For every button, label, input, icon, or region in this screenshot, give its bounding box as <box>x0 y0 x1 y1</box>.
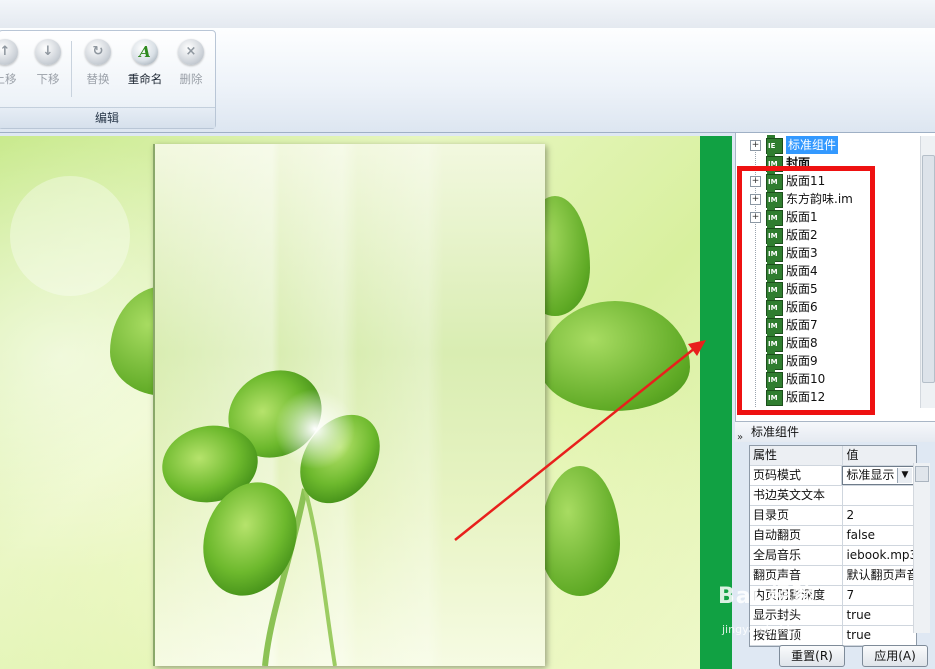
dropdown-icon[interactable]: ▼ <box>897 468 912 483</box>
property-row[interactable]: 全局音乐 iebook.mp3 <box>750 546 916 566</box>
tree-scroll-thumb[interactable] <box>922 155 935 383</box>
property-row[interactable]: 目录页 2 <box>750 506 916 526</box>
properties-header: 标准组件 <box>735 421 935 442</box>
watermark-logo: Bai 经验 <box>718 584 815 609</box>
property-row[interactable]: 页码模式 标准显示 <box>750 466 916 486</box>
property-value[interactable]: 7 <box>843 586 916 605</box>
expand-icon[interactable]: + <box>750 140 761 151</box>
highlight-box <box>737 166 875 415</box>
property-value[interactable]: 默认翻页声音 <box>843 566 916 585</box>
arrowhead-icon <box>688 340 706 356</box>
tree-item-label: 标准组件 <box>786 136 839 154</box>
annotation-arrow <box>454 347 696 541</box>
property-grid-header: 属性 值 <box>750 446 916 466</box>
property-key: 目录页 <box>750 506 844 525</box>
apply-button[interactable]: 应用(A) <box>862 645 928 667</box>
property-value[interactable]: true <box>843 626 916 645</box>
property-key: 页码模式 <box>750 466 843 485</box>
property-grid[interactable]: 属性 值 页码模式 标准显示 书边英文文本 目录页 2 自动翻页 false 全局音乐 iebo… <box>749 445 917 647</box>
property-scroll-thumb[interactable] <box>915 466 929 482</box>
reset-button[interactable]: 重置(R) <box>779 645 845 667</box>
property-rows: 页码模式 标准显示 书边英文文本 目录页 2 自动翻页 false 全局音乐 iebook.mp… <box>750 466 916 646</box>
property-row[interactable]: 自动翻页 false <box>750 526 916 546</box>
property-key: 书边英文文本 <box>750 486 844 505</box>
property-value[interactable]: true <box>843 606 916 625</box>
property-key: 全局音乐 <box>750 546 844 565</box>
property-value[interactable] <box>843 486 916 505</box>
key-column-header: 属性 <box>750 446 844 465</box>
properties-title: 标准组件 <box>751 425 800 439</box>
property-scrollbar[interactable] <box>913 463 930 633</box>
watermark-url: jingyan.baidu.com <box>722 623 824 636</box>
property-key: 自动翻页 <box>750 526 844 545</box>
property-row[interactable]: 书边英文文本 <box>750 486 916 506</box>
property-value[interactable]: false <box>843 526 916 545</box>
document-icon-text: IE <box>768 142 776 150</box>
collapse-icon[interactable]: » <box>737 432 743 443</box>
property-value[interactable]: iebook.mp3 <box>843 546 916 565</box>
value-column-header: 值 <box>843 446 916 465</box>
property-value[interactable]: 2 <box>843 506 916 525</box>
document-icon: IE <box>766 135 783 154</box>
tree-item[interactable]: + IE 标准组件 <box>736 135 921 154</box>
